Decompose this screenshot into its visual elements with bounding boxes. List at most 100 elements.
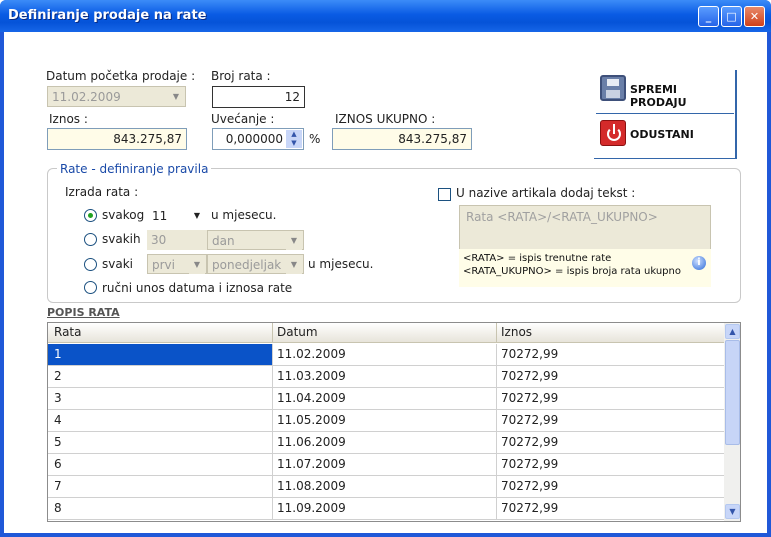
iznos-label: Iznos :	[49, 112, 88, 126]
table-cell[interactable]: 11.06.2009	[277, 435, 346, 449]
svaki-day-value: ponedjeljak	[212, 258, 282, 272]
power-icon	[600, 120, 626, 146]
maximize-button[interactable]: □	[721, 6, 742, 27]
table-cell[interactable]: 3	[54, 391, 62, 405]
rates-table: Rata Datum Iznos 1 11.02.2009 70272,99 2 11.…	[47, 322, 741, 522]
scroll-thumb[interactable]	[725, 340, 740, 445]
chevron-down-icon[interactable]: ▼	[189, 256, 205, 274]
radio-svakih[interactable]	[84, 233, 97, 246]
svaki-label: svaki	[102, 257, 133, 271]
datum-field[interactable]: 11.02.2009 ▼	[47, 86, 186, 107]
svakog-label: svakog	[102, 208, 145, 222]
table-row[interactable]: 5 11.06.2009 70272,99	[48, 432, 724, 454]
table-cell[interactable]: 70272,99	[501, 479, 558, 493]
broj-rata-input[interactable]: 12	[212, 86, 305, 108]
ukupno-label: IZNOS UKUPNO :	[335, 112, 436, 126]
close-button[interactable]: ✕	[744, 6, 765, 27]
chevron-down-icon[interactable]: ▼	[168, 88, 184, 106]
title-bar[interactable]: Definiranje prodaje na rate _ □ ✕	[0, 0, 771, 32]
table-row[interactable]: 3 11.04.2009 70272,99	[48, 388, 724, 410]
ukupno-field: 843.275,87	[332, 128, 472, 150]
table-cell[interactable]: 5	[54, 435, 62, 449]
cancel-label: ODUSTANI	[630, 128, 694, 141]
table-cell[interactable]: 70272,99	[501, 391, 558, 405]
svakih-unit-select[interactable]: dan ▼	[207, 230, 304, 250]
svakog-suffix: u mjesecu.	[211, 208, 277, 222]
table-cell[interactable]: 4	[54, 413, 62, 427]
column-header[interactable]: Iznos	[501, 325, 532, 339]
table-cell[interactable]: 70272,99	[501, 457, 558, 471]
spin-icon[interactable]: ▲ ▼	[286, 130, 302, 148]
dodaj-tekst-label: U nazive artikala dodaj tekst :	[456, 186, 636, 200]
datum-value: 11.02.2009	[52, 90, 121, 104]
table-cell[interactable]: 2	[54, 369, 62, 383]
table-row[interactable]: 8 11.09.2009 70272,99	[48, 498, 724, 520]
scroll-up-icon[interactable]: ▲	[725, 324, 740, 339]
table-cell[interactable]: 8	[54, 501, 62, 515]
svaki-suffix: u mjesecu.	[308, 257, 374, 271]
tip-box: <RATA> = ispis trenutne rate <RATA_UKUPN…	[459, 249, 711, 287]
table-cell[interactable]: 11.02.2009	[277, 347, 346, 361]
svakih-input[interactable]: 30	[147, 230, 207, 250]
table-cell[interactable]: 70272,99	[501, 413, 558, 427]
table-cell[interactable]: 7	[54, 479, 62, 493]
vertical-scrollbar[interactable]: ▲ ▼	[724, 323, 740, 521]
info-icon[interactable]: i	[692, 256, 706, 270]
radio-svaki[interactable]	[84, 258, 97, 271]
save-label: SPREMI PRODAJU	[630, 83, 687, 109]
svakih-label: svakih	[102, 232, 141, 246]
table-row[interactable]: 7 11.08.2009 70272,99	[48, 476, 724, 498]
dodaj-tekst-checkbox[interactable]	[438, 188, 451, 201]
iznos-input[interactable]: 843.275,87	[47, 128, 187, 150]
percent-label: %	[309, 132, 321, 146]
table-header: Rata Datum Iznos	[48, 323, 724, 343]
table-row[interactable]: 6 11.07.2009 70272,99	[48, 454, 724, 476]
chevron-down-icon[interactable]: ▼	[286, 256, 302, 274]
table-cell[interactable]: 70272,99	[501, 501, 558, 515]
table-cell[interactable]: 11.05.2009	[277, 413, 346, 427]
uvecanje-label: Uvećanje :	[211, 112, 275, 126]
broj-rata-label: Broj rata :	[211, 69, 271, 83]
table-cell[interactable]: 11.04.2009	[277, 391, 346, 405]
radio-svakog[interactable]	[84, 209, 97, 222]
table-cell[interactable]: 11.08.2009	[277, 479, 346, 493]
uvecanje-value: 0,000000	[225, 132, 283, 146]
selected-cell	[48, 344, 272, 365]
cancel-button[interactable]: ODUSTANI	[596, 115, 736, 155]
table-title: POPIS RATA	[47, 306, 120, 319]
chevron-down-icon[interactable]: ▼	[286, 232, 302, 250]
template-text-input[interactable]: Rata <RATA>/<RATA_UKUPNO>	[459, 205, 711, 250]
tip-line-1: <RATA> = ispis trenutne rate	[463, 253, 612, 264]
table-cell[interactable]: 70272,99	[501, 369, 558, 383]
rules-group-title: Rate - definiranje pravila	[57, 162, 212, 176]
column-header[interactable]: Rata	[54, 325, 82, 339]
svaki-which-value: prvi	[152, 258, 175, 272]
table-cell[interactable]: 70272,99	[501, 347, 558, 361]
table-cell[interactable]: 11.09.2009	[277, 501, 346, 515]
radio-rucni[interactable]	[84, 281, 97, 294]
table-cell[interactable]: 70272,99	[501, 435, 558, 449]
column-header[interactable]: Datum	[277, 325, 318, 339]
rucni-label: ručni unos datuma i iznosa rate	[102, 281, 293, 295]
scroll-down-icon[interactable]: ▼	[725, 504, 740, 519]
table-cell[interactable]: 11.07.2009	[277, 457, 346, 471]
svaki-which-select[interactable]: prvi ▼	[147, 254, 207, 274]
table-row[interactable]: 1 11.02.2009 70272,99	[48, 344, 724, 366]
table-cell[interactable]: 6	[54, 457, 62, 471]
window: Definiranje prodaje na rate _ □ ✕ Datum …	[0, 0, 771, 537]
chevron-down-icon[interactable]: ▼	[189, 207, 205, 225]
dialog-body: Datum početka prodaje : 11.02.2009 ▼ Bro…	[4, 32, 767, 533]
table-cell[interactable]: 11.03.2009	[277, 369, 346, 383]
window-title: Definiranje prodaje na rate	[8, 8, 207, 23]
save-button[interactable]: SPREMI PRODAJU	[596, 70, 736, 110]
datum-label: Datum početka prodaje :	[46, 69, 196, 83]
table-row[interactable]: 2 11.03.2009 70272,99	[48, 366, 724, 388]
table-row[interactable]: 4 11.05.2009 70272,99	[48, 410, 724, 432]
tip-line-2: <RATA_UKUPNO> = ispis broja rata ukupno	[463, 266, 681, 277]
svakog-select[interactable]: 11 ▼	[147, 205, 207, 226]
divider	[596, 113, 734, 114]
minimize-button[interactable]: _	[698, 6, 719, 27]
svaki-day-select[interactable]: ponedjeljak ▼	[207, 254, 304, 274]
uvecanje-stepper[interactable]: 0,000000 ▲ ▼	[212, 128, 304, 150]
table-cell[interactable]: 1	[54, 347, 62, 361]
